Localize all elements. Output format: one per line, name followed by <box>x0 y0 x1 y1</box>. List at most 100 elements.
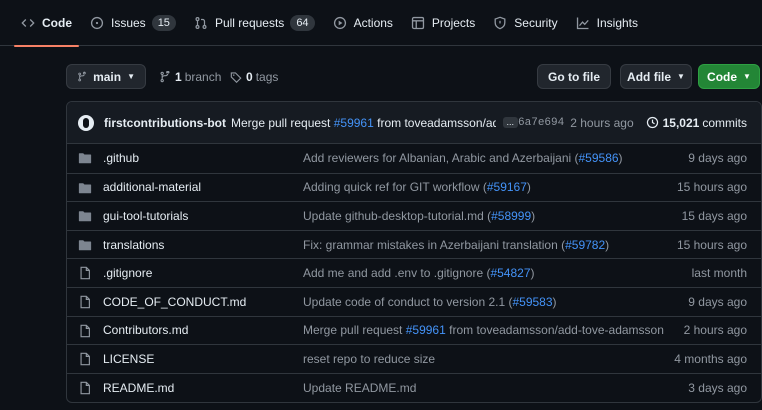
file-name-link[interactable]: README.md <box>103 381 174 395</box>
shield-icon <box>493 16 514 30</box>
repo-toolbar: main ▼ 1 branch 0 tags Go to file Add fi… <box>66 64 762 89</box>
file-name-link[interactable]: .github <box>103 151 139 165</box>
branches-link[interactable]: 1 branch <box>159 64 221 89</box>
commit-message-text: Update README.md <box>303 380 417 395</box>
file-list-box: firstcontributions-bot Merge pull reques… <box>66 101 762 403</box>
commit-time: 2 hours ago <box>570 115 634 130</box>
file-commit-message[interactable]: Update code of conduct to version 2.1 (#… <box>303 295 557 309</box>
branch-select-button[interactable]: main ▼ <box>66 64 146 89</box>
commit-message-tail: ) <box>531 208 536 223</box>
table-row: .github Add reviewers for Albanian, Arabi… <box>67 144 761 173</box>
tab-security[interactable]: Security <box>484 0 566 46</box>
folder-icon <box>78 151 92 168</box>
pr-link[interactable]: #59586 <box>579 151 619 165</box>
issues-icon <box>90 16 111 30</box>
add-file-button[interactable]: Add file ▼ <box>620 64 692 89</box>
commit-message-text: Update github-desktop-tutorial.md ( <box>303 208 492 223</box>
file-age: 15 hours ago <box>676 180 747 195</box>
tab-label: Actions <box>353 15 393 30</box>
file-age: 3 days ago <box>688 380 747 395</box>
commit-message-tail: ) <box>530 266 535 281</box>
file-age: last month <box>691 266 747 281</box>
commits-link[interactable]: 15,021 commits <box>646 116 747 130</box>
tab-code[interactable]: Code <box>12 0 81 47</box>
folder-icon <box>78 209 92 226</box>
commit-message-text: Add me and add .env to .gitignore ( <box>303 266 491 281</box>
tab-issues[interactable]: Issues 15 <box>81 0 185 46</box>
tab-actions[interactable]: Actions <box>324 0 402 46</box>
code-button[interactable]: Code ▼ <box>698 64 760 89</box>
tag-icon <box>230 71 242 83</box>
table-row: CODE_OF_CONDUCT.md Update code of conduct… <box>67 286 761 316</box>
commit-message-tail: ) <box>526 180 531 195</box>
code-icon <box>21 16 42 30</box>
branch-count: 1 <box>175 69 182 84</box>
pr-link[interactable]: #59583 <box>512 295 552 309</box>
commit-pr-link[interactable]: #59961 <box>334 116 374 130</box>
tab-insights[interactable]: Insights <box>567 0 647 46</box>
tab-pull-requests[interactable]: Pull requests 64 <box>185 0 324 46</box>
tab-label: Projects <box>431 15 476 30</box>
pr-link[interactable]: #59961 <box>406 323 446 337</box>
commit-sha[interactable]: 6a7e694 <box>518 117 564 129</box>
caret-down-icon: ▼ <box>743 72 751 81</box>
file-name-link[interactable]: translations <box>103 238 164 252</box>
file-icon <box>78 381 92 398</box>
tab-label: Code <box>42 15 72 30</box>
file-commit-message[interactable]: Update github-desktop-tutorial.md (#5899… <box>303 209 535 223</box>
file-commit-message[interactable]: Update README.md <box>303 381 416 395</box>
file-commit-message[interactable]: Merge pull request #59961 from toveadams… <box>303 323 664 337</box>
file-icon <box>78 266 92 283</box>
file-age: 15 days ago <box>681 208 747 223</box>
file-commit-message[interactable]: Fix: grammar mistakes in Azerbaijani tra… <box>303 238 609 252</box>
table-row: gui-tool-tutorials Update github-desktop-… <box>67 201 761 230</box>
tab-label: Issues <box>111 15 146 30</box>
file-age: 4 months ago <box>674 351 747 366</box>
pr-link[interactable]: #59782 <box>565 238 605 252</box>
file-commit-message[interactable]: Adding quick ref for GIT workflow (#5916… <box>303 180 531 194</box>
file-age: 15 hours ago <box>676 237 747 252</box>
file-name-link[interactable]: Contributors.md <box>103 323 188 337</box>
tab-counter: 15 <box>151 14 176 31</box>
projects-icon <box>411 16 432 30</box>
file-age: 2 hours ago <box>683 323 747 338</box>
commit-message[interactable]: Merge pull request #59961 from toveadams… <box>231 116 496 130</box>
avatar[interactable] <box>78 114 94 131</box>
pr-link[interactable]: #54827 <box>490 266 530 280</box>
commit-message-tail: ) <box>618 151 623 166</box>
commit-message-tail: ) <box>552 294 557 309</box>
pr-link[interactable]: #58999 <box>491 209 531 223</box>
file-commit-message[interactable]: Add reviewers for Albanian, Arabic and A… <box>303 151 623 165</box>
file-commit-message[interactable]: Add me and add .env to .gitignore (#5482… <box>303 266 535 280</box>
pr-link[interactable]: #59167 <box>487 180 527 194</box>
commit-message-suffix: from toveadamsson/add-... <box>377 115 495 130</box>
commit-message-tail: ) <box>605 237 610 252</box>
file-name-link[interactable]: gui-tool-tutorials <box>103 209 188 223</box>
tag-label: tags <box>255 69 279 84</box>
file-name-link[interactable]: LICENSE <box>103 352 154 366</box>
branch-label: branch <box>184 69 222 84</box>
table-row: Contributors.md Merge pull request #59961… <box>67 315 761 345</box>
file-commit-message[interactable]: reset repo to reduce size <box>303 352 435 366</box>
tab-counter: 64 <box>290 14 315 31</box>
tags-link[interactable]: 0 tags <box>230 64 278 89</box>
file-name-link[interactable]: CODE_OF_CONDUCT.md <box>103 295 246 309</box>
commit-author[interactable]: firstcontributions-bot <box>104 116 226 130</box>
actions-icon <box>333 16 354 30</box>
table-row: additional-material Adding quick ref for … <box>67 172 761 202</box>
file-icon <box>78 324 92 341</box>
commit-message-tail: from toveadamsson/add-tove-adamsson <box>445 323 664 338</box>
file-icon <box>78 352 92 369</box>
expand-commit-button[interactable]: ... <box>502 117 519 128</box>
tab-projects[interactable]: Projects <box>402 0 484 46</box>
commit-message-text: Update code of conduct to version 2.1 ( <box>303 294 513 309</box>
branch-icon <box>78 71 86 81</box>
file-icon <box>78 295 92 312</box>
caret-down-icon: ▼ <box>677 72 685 81</box>
file-name-link[interactable]: .gitignore <box>103 266 152 280</box>
commit-message-text: Adding quick ref for GIT workflow ( <box>303 180 487 195</box>
tab-label: Pull requests <box>214 15 285 30</box>
go-to-file-button[interactable]: Go to file <box>537 64 611 89</box>
code-button-label: Code <box>707 69 738 84</box>
file-name-link[interactable]: additional-material <box>103 180 201 194</box>
